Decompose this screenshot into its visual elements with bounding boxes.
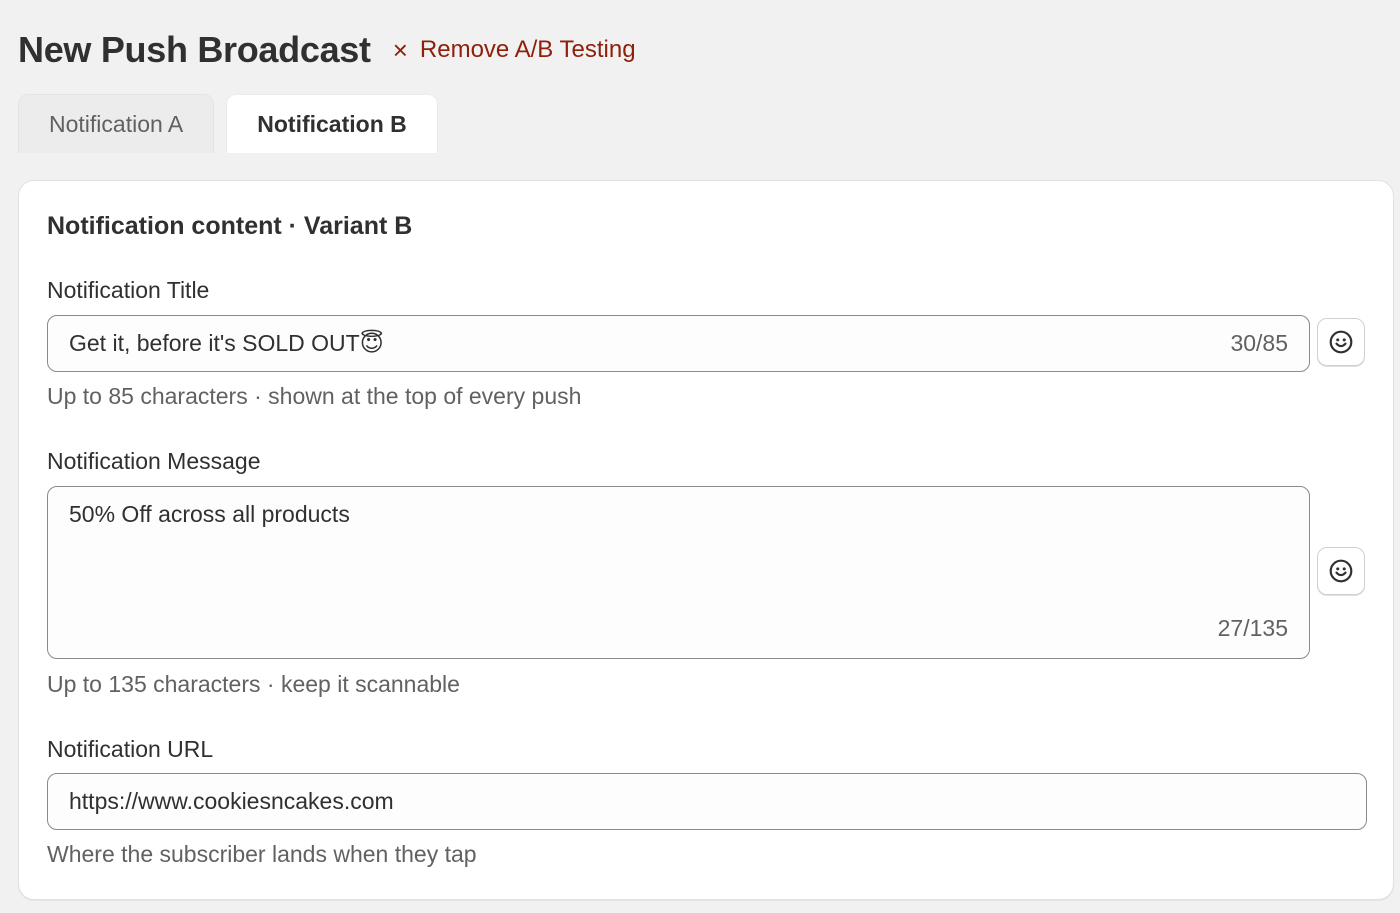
title-char-counter: 30/85 bbox=[1230, 330, 1288, 356]
smiley-icon bbox=[1329, 330, 1353, 354]
url-input-value: https://www.cookiesncakes.com bbox=[69, 788, 394, 814]
message-help-text: Up to 135 characters · keep it scannable bbox=[47, 671, 460, 697]
url-input[interactable]: https://www.cookiesncakes.com bbox=[47, 773, 1367, 830]
notification-tabs: Notification A Notification B bbox=[18, 94, 438, 153]
notification-content-card: Notification content · Variant B Notific… bbox=[18, 180, 1394, 900]
page-title: New Push Broadcast bbox=[18, 29, 371, 70]
title-input[interactable]: Get it, before it's SOLD OUT😇 30/85 bbox=[47, 315, 1310, 372]
message-textarea[interactable]: 50% Off across all products 27/135 bbox=[47, 486, 1310, 659]
smiley-icon bbox=[1329, 559, 1353, 583]
close-icon: × bbox=[392, 35, 408, 65]
title-help-text: Up to 85 characters · shown at the top o… bbox=[47, 383, 582, 409]
title-label: Notification Title bbox=[47, 277, 210, 303]
url-label: Notification URL bbox=[47, 736, 214, 762]
message-char-counter: 27/135 bbox=[1217, 615, 1288, 641]
remove-ab-testing-label: Remove A/B Testing bbox=[419, 36, 636, 63]
url-help-text: Where the subscriber lands when they tap bbox=[47, 841, 477, 867]
tab-notification-b[interactable]: Notification B bbox=[226, 94, 438, 153]
message-emoji-button[interactable] bbox=[1317, 547, 1365, 595]
title-input-value: Get it, before it's SOLD OUT😇 bbox=[69, 330, 384, 356]
page-header: New Push Broadcast × Remove A/B Testing bbox=[18, 28, 636, 72]
message-textarea-value: 50% Off across all products bbox=[69, 501, 350, 527]
message-label: Notification Message bbox=[47, 448, 261, 474]
tab-notification-a[interactable]: Notification A bbox=[18, 94, 215, 153]
card-title: Notification content · Variant B bbox=[47, 212, 413, 240]
remove-ab-testing-button[interactable]: × Remove A/B Testing bbox=[393, 36, 636, 64]
title-emoji-button[interactable] bbox=[1317, 318, 1365, 366]
